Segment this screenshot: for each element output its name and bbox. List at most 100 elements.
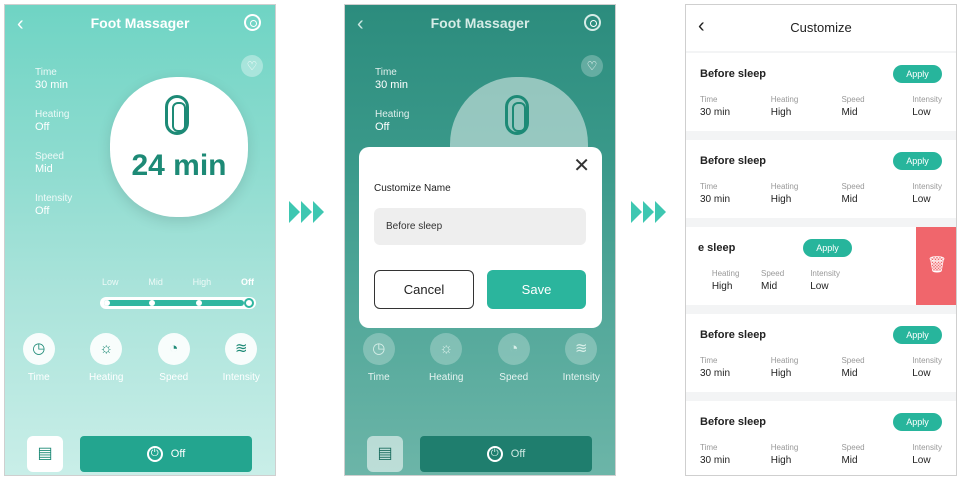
power-button[interactable]: ⏻ Off <box>80 436 252 472</box>
field-speed: Speed Mid <box>841 356 893 379</box>
param-intensity: Intensity Off <box>35 193 72 217</box>
field-intensity: Intensity Low <box>810 269 840 292</box>
field-label: Speed <box>841 356 865 365</box>
field-value: Mid <box>841 368 858 379</box>
field-label: Time <box>700 95 718 104</box>
field-intensity: Intensity Low <box>912 356 942 379</box>
field-heating: Heating High <box>771 95 823 118</box>
sun-icon[interactable]: ☼ <box>90 333 123 365</box>
slider-stop[interactable] <box>104 300 110 306</box>
level-label: Low <box>102 277 119 287</box>
param-time: Time 30 min <box>35 67 72 91</box>
field-value: Low <box>810 281 829 292</box>
preset-card[interactable]: Before sleep Apply Time 30 min Heating Hig… <box>686 53 956 131</box>
save-button[interactable]: Save <box>487 270 586 309</box>
preset-list-button[interactable]: ▤ <box>367 436 403 472</box>
mode-intensity[interactable]: ≋ Intensity <box>551 333 611 383</box>
param-value: Off <box>375 121 390 133</box>
field-value: High <box>711 281 733 292</box>
favorite-icon[interactable]: ♡ <box>581 55 603 77</box>
preset-card-swiped[interactable]: e sleep Apply h Heating High Speed Mid Int… <box>686 227 956 305</box>
sun-icon[interactable]: ☼ <box>430 333 463 365</box>
foot-icon <box>165 95 189 135</box>
param-label: Time <box>35 67 57 78</box>
apply-button[interactable]: Apply <box>803 239 852 257</box>
field-label: Heating <box>770 356 799 365</box>
field-label: Time <box>700 443 718 452</box>
clock-icon[interactable]: ◷ <box>22 333 55 365</box>
mode-speed[interactable]: ◔ Speed <box>144 333 204 383</box>
preset-name: Before sleep <box>700 329 767 341</box>
level-slider[interactable]: Low Mid High Off <box>100 277 256 309</box>
slider-handle[interactable] <box>244 298 254 308</box>
preset-fields: Time 30 min Heating High Speed Mid Intensit… <box>700 95 942 118</box>
trash-icon: 🗑 <box>926 257 948 274</box>
field-label: Intensity <box>912 95 942 104</box>
field-heating: Heating High <box>771 443 823 466</box>
field-label: Time <box>700 356 718 365</box>
mode-row: ◷ Time ☼ Heating ◔ Speed ≋ Intensity <box>345 333 615 383</box>
mode-label: Heating <box>429 372 464 383</box>
mode-label: Time <box>367 372 390 383</box>
slider-stop[interactable] <box>196 300 202 306</box>
mode-label: Heating <box>89 372 124 383</box>
power-label: Off <box>170 448 186 460</box>
field-intensity: Intensity Low <box>912 95 942 118</box>
field-value: Mid <box>761 281 778 292</box>
preset-name: Before sleep <box>700 68 767 80</box>
power-button[interactable]: ⏻ Off <box>420 436 592 472</box>
level-label: Mid <box>148 277 163 287</box>
field-speed: Speed Mid <box>841 95 893 118</box>
customize-name-screen: ‹ Foot Massager ♡ Time 30 min Heating Of… <box>344 4 616 476</box>
param-heating: Heating Off <box>35 109 72 133</box>
favorite-icon[interactable]: ♡ <box>241 55 263 77</box>
apply-button[interactable]: Apply <box>893 152 942 170</box>
mode-time[interactable]: ◷ Time <box>9 333 69 383</box>
field-value: Low <box>912 455 931 466</box>
mode-speed[interactable]: ◔ Speed <box>484 333 544 383</box>
slider-track[interactable] <box>100 297 256 309</box>
delete-button[interactable]: 🗑 <box>916 227 956 305</box>
preset-fields: Time 30 min Heating High Speed Mid Intensit… <box>700 356 942 379</box>
mode-time[interactable]: ◷ Time <box>349 333 409 383</box>
field-value: 30 min <box>700 368 731 379</box>
apply-button[interactable]: Apply <box>893 413 942 431</box>
mode-heating[interactable]: ☼ Heating <box>76 333 136 383</box>
preset-card[interactable]: Before sleep Apply Time 30 min Heating Hig… <box>686 401 956 475</box>
field-speed: Speed Mid <box>841 182 893 205</box>
customize-name-dialog: ✕ Customize Name Cancel Save <box>359 147 602 328</box>
settings-icon[interactable] <box>244 14 261 31</box>
preset-list-button[interactable]: ▤ <box>27 436 63 472</box>
apply-button[interactable]: Apply <box>893 65 942 83</box>
slider-stop[interactable] <box>149 300 155 306</box>
field-value: High <box>770 368 792 379</box>
foot-icon <box>505 95 529 135</box>
preset-card[interactable]: Before sleep Apply Time 30 min Heating Hig… <box>686 314 956 392</box>
field-time: h <box>686 269 712 292</box>
close-icon[interactable]: ✕ <box>573 153 590 178</box>
field-label: Intensity <box>912 182 942 191</box>
field-speed: Speed Mid <box>761 269 810 292</box>
speedometer-icon[interactable]: ◔ <box>157 333 190 365</box>
mode-heating[interactable]: ☼ Heating <box>416 333 476 383</box>
apply-button[interactable]: Apply <box>893 326 942 344</box>
settings-icon[interactable] <box>584 14 601 31</box>
mode-label: Speed <box>499 372 529 383</box>
intensity-icon[interactable]: ≋ <box>565 333 598 365</box>
mode-intensity[interactable]: ≋ Intensity <box>211 333 271 383</box>
field-time: Time 30 min <box>700 356 752 379</box>
preset-fields: h Heating High Speed Mid Intensity Low <box>686 269 840 292</box>
power-icon: ⏻ <box>486 446 503 463</box>
clock-icon[interactable]: ◷ <box>362 333 395 365</box>
power-label: Off <box>510 448 526 460</box>
preset-name-input[interactable] <box>374 208 586 245</box>
cancel-button[interactable]: Cancel <box>374 270 474 309</box>
speedometer-icon[interactable]: ◔ <box>497 333 530 365</box>
field-value: h <box>686 272 712 283</box>
preset-card[interactable]: Before sleep Apply Time 30 min Heating Hig… <box>686 140 956 218</box>
field-label: Heating <box>711 269 740 278</box>
param-list: Time 30 min Heating Off Speed Mid Intens… <box>35 67 72 235</box>
preset-fields: Time 30 min Heating High Speed Mid Intensit… <box>700 443 942 466</box>
field-value: Mid <box>841 107 858 118</box>
intensity-icon[interactable]: ≋ <box>225 333 258 365</box>
